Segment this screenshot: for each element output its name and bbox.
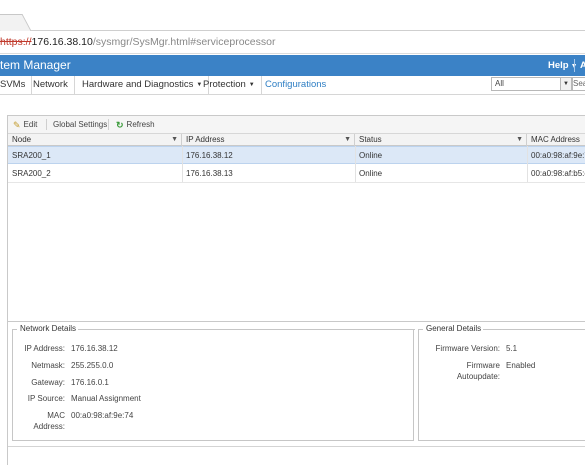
status-bar [8, 446, 585, 464]
column-label: MAC Address [531, 135, 580, 144]
cell-mac-address: 00:a0:98:af:b5:e6 [531, 169, 585, 178]
toolbar-divider [46, 119, 47, 130]
refresh-icon: ↻ [116, 120, 124, 130]
column-label: Node [12, 135, 32, 144]
netmask-label: Netmask: [31, 361, 65, 370]
nav-label: SVMs [0, 79, 26, 90]
column-divider [182, 146, 183, 182]
scope-value: All [495, 79, 504, 88]
nav-item-configurations[interactable]: Configurations [259, 76, 332, 95]
grid-header: Node ▼ IP Address ▼ Status ▼ MAC Address [8, 133, 585, 146]
table-row[interactable]: SRA200_1 176.16.38.12 Online 00:a0:98:af… [8, 146, 585, 164]
global-settings-label: Global Settings [53, 120, 108, 129]
chevron-down-icon: ▼ [248, 82, 255, 88]
panel-splitter[interactable] [8, 321, 585, 322]
firmware-autoupdate-value: Enabled [506, 361, 536, 370]
nav-label: Protection [203, 79, 246, 90]
app-title: tem Manager [0, 58, 71, 72]
cell-node: SRA200_1 [12, 151, 51, 160]
edit-button[interactable]: ✎ Edit [13, 116, 37, 133]
cell-ip-address: 176.16.38.13 [186, 169, 233, 178]
cell-ip-address: 176.16.38.12 [186, 151, 233, 160]
search-input[interactable]: Sea [572, 77, 585, 91]
column-header-node[interactable]: Node ▼ [8, 134, 182, 146]
nav-item-hardware-diagnostics[interactable]: Hardware and Diagnostics ▼ [76, 76, 210, 95]
fieldset-border [13, 329, 17, 330]
refresh-label: Refresh [126, 120, 155, 129]
ip-address-label: IP Address: [24, 344, 65, 353]
table-row[interactable]: SRA200_2 176.16.38.13 Online 00:a0:98:af… [8, 165, 585, 183]
header-divider [574, 59, 575, 72]
nav-item-protection[interactable]: Protection ▼ [197, 76, 262, 95]
help-label: Help [548, 60, 569, 71]
pencil-icon: ✎ [13, 120, 21, 130]
cell-node: SRA200_2 [12, 169, 51, 178]
ip-address-value: 176.16.38.12 [71, 344, 118, 353]
address-bar[interactable]: https://176.16.38.10/sysmgr/SysMgr.html#… [0, 31, 585, 54]
search-scope-select[interactable]: All ▼ [491, 77, 572, 91]
browser-tab[interactable] [0, 14, 33, 32]
mac-address-label-line2: Address: [33, 422, 65, 431]
url-path: /sysmgr/SysMgr.html#serviceprocessor [92, 36, 276, 48]
netmask-value: 255.255.0.0 [71, 361, 114, 370]
app-header: tem Manager Help▼ A [0, 55, 585, 76]
nav-label: Configurations [265, 79, 327, 90]
firmware-version-label: Firmware Version: [435, 344, 500, 353]
ip-source-value: Manual Assignment [71, 394, 141, 403]
global-settings-button[interactable]: Global Settings [53, 116, 107, 133]
search-placeholder: Sea [573, 79, 585, 88]
gateway-label: Gateway: [31, 378, 65, 387]
nav-label: Network [33, 79, 68, 90]
column-divider [527, 146, 528, 182]
cell-status: Online [359, 169, 383, 178]
cell-mac-address: 00:a0:98:af:9e:74 [531, 151, 585, 160]
fieldset-border [479, 329, 585, 330]
refresh-button[interactable]: ↻ Refresh [116, 116, 155, 133]
firmware-autoupdate-label-line1: Firmware [466, 361, 500, 370]
gateway-value: 176.16.0.1 [71, 378, 109, 387]
fieldset-border [75, 329, 415, 330]
funnel-icon[interactable]: ▼ [344, 134, 351, 146]
network-details-title: Network Details [18, 324, 79, 334]
header-extra-menu[interactable]: A [580, 55, 585, 76]
column-label: IP Address [186, 135, 225, 144]
cell-status: Online [359, 151, 383, 160]
funnel-icon[interactable]: ▼ [171, 134, 178, 146]
column-header-mac-address[interactable]: MAC Address [527, 134, 585, 146]
funnel-icon[interactable]: ▼ [516, 134, 523, 146]
firmware-autoupdate-label-line2: Autoupdate: [456, 372, 500, 381]
column-label: Status [359, 135, 382, 144]
mac-address-label-line1: MAC [47, 411, 65, 420]
ip-source-label: IP Source: [27, 394, 65, 403]
url-scheme: https:// [0, 36, 32, 48]
fieldset-border [419, 329, 423, 330]
column-header-ip-address[interactable]: IP Address ▼ [182, 134, 355, 146]
url-host: 176.16.38.10 [31, 36, 93, 48]
column-header-status[interactable]: Status ▼ [355, 134, 527, 146]
nav-item-network[interactable]: Network [27, 76, 75, 95]
general-details-box: General Details Firmware Version: 5.1 Fi… [418, 324, 585, 441]
browser-tabstrip [0, 0, 585, 32]
general-details-title: General Details [424, 324, 484, 334]
nav-label: Hardware and Diagnostics [82, 79, 194, 90]
firmware-version-value: 5.1 [506, 344, 518, 353]
toolbar-divider [108, 119, 109, 130]
chevron-down-icon[interactable]: ▼ [560, 78, 571, 90]
network-details-box: Network Details IP Address: 176.16.38.12… [12, 324, 415, 441]
mac-address-value: 00:a0:98:af:9e:74 [71, 411, 134, 420]
edit-label: Edit [23, 120, 38, 129]
grid-body: SRA200_1 176.16.38.12 Online 00:a0:98:af… [8, 146, 585, 322]
grid-toolbar: ✎ Edit Global Settings ↻ Refresh [8, 116, 585, 133]
column-divider [355, 146, 356, 182]
